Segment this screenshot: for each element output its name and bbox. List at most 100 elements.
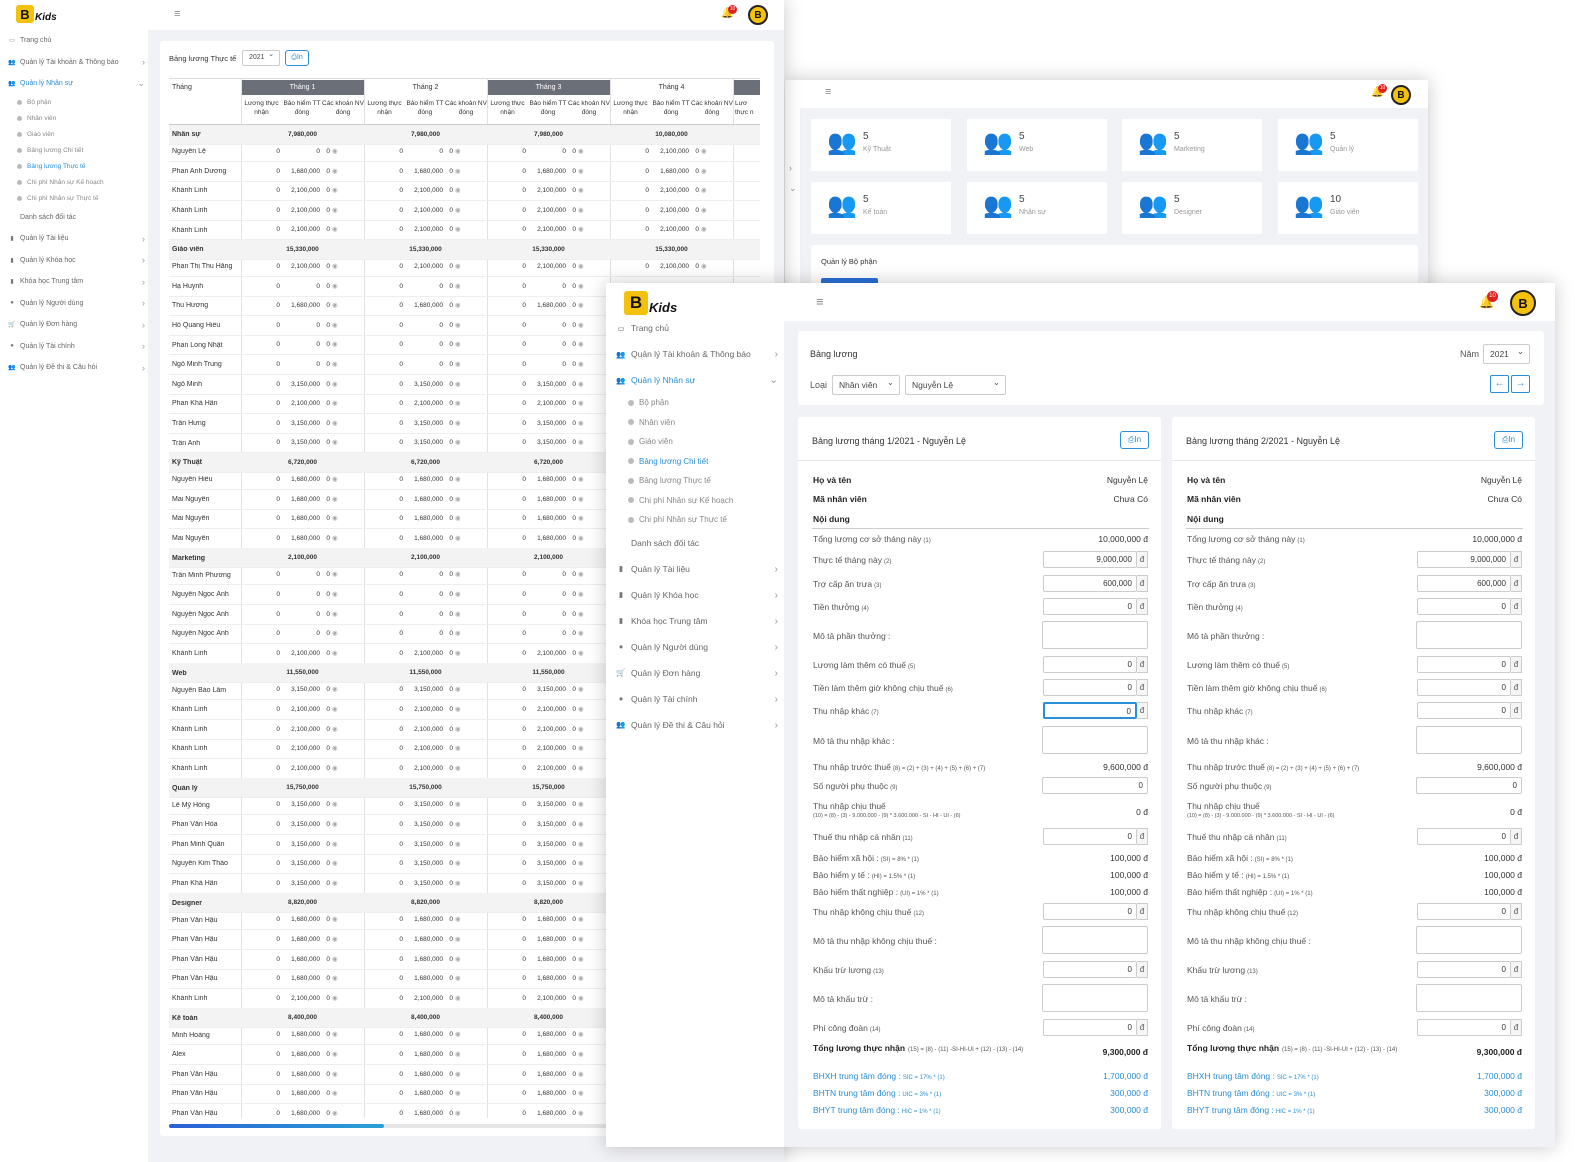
eye-icon[interactable]: ◉ xyxy=(332,419,340,427)
eye-icon[interactable]: ◉ xyxy=(578,610,586,618)
employee-select[interactable]: Nguyễn Lệ xyxy=(905,373,1006,395)
sidebar-item[interactable]: ● Quản lý Người dùng › xyxy=(7,293,145,315)
eye-icon[interactable]: ◉ xyxy=(332,800,340,808)
eye-icon[interactable]: ◉ xyxy=(578,475,586,483)
eye-icon[interactable]: ◉ xyxy=(455,225,463,233)
eye-icon[interactable]: ◉ xyxy=(455,1109,463,1117)
eye-icon[interactable]: ◉ xyxy=(332,282,340,290)
eye-icon[interactable]: ◉ xyxy=(332,475,340,483)
eye-icon[interactable]: ◉ xyxy=(455,649,463,657)
sidebar-item[interactable]: ▭ Trang chủ xyxy=(7,30,145,52)
sidebar-subitem[interactable]: Bảng lương Thực tế xyxy=(628,471,711,491)
eye-icon[interactable]: ◉ xyxy=(578,301,586,309)
eye-icon[interactable]: ◉ xyxy=(578,764,586,772)
eye-icon[interactable]: ◉ xyxy=(332,705,340,713)
department-stat-card[interactable]: 👥 5 Web xyxy=(967,119,1107,171)
brand-logo[interactable]: B Kids xyxy=(16,5,57,23)
eye-icon[interactable]: ◉ xyxy=(455,994,463,1002)
eye-icon[interactable]: ◉ xyxy=(455,262,463,270)
bell-icon[interactable]: 🔔 10 xyxy=(721,5,737,19)
eye-icon[interactable]: ◉ xyxy=(455,705,463,713)
eye-icon[interactable]: ◉ xyxy=(332,301,340,309)
amount-input[interactable]: 0 xyxy=(1417,656,1511,673)
sidebar-subitem[interactable]: Bộ phận xyxy=(17,95,51,111)
horizontal-scrollbar[interactable] xyxy=(169,1124,609,1128)
other-income-description-textarea[interactable] xyxy=(1042,726,1148,754)
sidebar-subitem[interactable]: Nhân viên xyxy=(628,413,675,433)
eye-icon[interactable]: ◉ xyxy=(332,859,340,867)
print-button[interactable]: ⎙In xyxy=(1494,431,1523,449)
eye-icon[interactable]: ◉ xyxy=(455,800,463,808)
sidebar-item[interactable]: 👥 Quản lý Nhân sự ⌄ xyxy=(614,367,778,393)
department-stat-card[interactable]: 👥 5 Designer xyxy=(1122,182,1262,234)
amount-input[interactable]: 0 xyxy=(1417,961,1511,978)
eye-icon[interactable]: ◉ xyxy=(578,419,586,427)
bell-icon[interactable]: 🔔 10 xyxy=(1371,84,1387,98)
sidebar-subitem[interactable]: Bảng lương Chi tiết xyxy=(17,143,83,159)
eye-icon[interactable]: ◉ xyxy=(455,915,463,923)
other-income-description-textarea[interactable] xyxy=(1416,726,1522,754)
eye-icon[interactable]: ◉ xyxy=(332,147,340,155)
eye-icon[interactable]: ◉ xyxy=(578,649,586,657)
eye-icon[interactable]: ◉ xyxy=(332,399,340,407)
eye-icon[interactable]: ◉ xyxy=(701,147,709,155)
amount-input[interactable]: 0 xyxy=(1417,903,1511,920)
eye-icon[interactable]: ◉ xyxy=(578,282,586,290)
amount-input[interactable]: 600,000 xyxy=(1043,575,1137,592)
eye-icon[interactable]: ◉ xyxy=(578,800,586,808)
eye-icon[interactable]: ◉ xyxy=(578,629,586,637)
amount-input[interactable]: 0 xyxy=(1043,679,1137,696)
eye-icon[interactable]: ◉ xyxy=(701,186,709,194)
eye-icon[interactable]: ◉ xyxy=(455,820,463,828)
sidebar-item[interactable]: ▮ Khóa học Trung tâm › xyxy=(7,271,145,293)
eye-icon[interactable]: ◉ xyxy=(332,206,340,214)
eye-icon[interactable]: ◉ xyxy=(455,399,463,407)
eye-icon[interactable]: ◉ xyxy=(455,419,463,427)
eye-icon[interactable]: ◉ xyxy=(455,1050,463,1058)
eye-icon[interactable]: ◉ xyxy=(578,590,586,598)
department-stat-card[interactable]: 👥 5 Kế toán xyxy=(811,182,951,234)
eye-icon[interactable]: ◉ xyxy=(578,725,586,733)
amount-input[interactable]: 0 xyxy=(1043,903,1137,920)
eye-icon[interactable]: ◉ xyxy=(578,321,586,329)
eye-icon[interactable]: ◉ xyxy=(455,380,463,388)
eye-icon[interactable]: ◉ xyxy=(332,360,340,368)
eye-icon[interactable]: ◉ xyxy=(455,147,463,155)
avatar[interactable]: B xyxy=(1510,290,1536,316)
eye-icon[interactable]: ◉ xyxy=(332,879,340,887)
eye-icon[interactable]: ◉ xyxy=(455,955,463,963)
eye-icon[interactable]: ◉ xyxy=(578,935,586,943)
eye-icon[interactable]: ◉ xyxy=(578,262,586,270)
eye-icon[interactable]: ◉ xyxy=(332,438,340,446)
eye-icon[interactable]: ◉ xyxy=(455,725,463,733)
department-stat-card[interactable]: 👥 5 Marketing xyxy=(1122,119,1262,171)
eye-icon[interactable]: ◉ xyxy=(578,186,586,194)
eye-icon[interactable]: ◉ xyxy=(455,610,463,618)
eye-icon[interactable]: ◉ xyxy=(332,534,340,542)
eye-icon[interactable]: ◉ xyxy=(578,225,586,233)
year-select[interactable]: 2021 xyxy=(242,48,280,66)
eye-icon[interactable]: ◉ xyxy=(578,840,586,848)
eye-icon[interactable]: ◉ xyxy=(455,167,463,175)
sidebar-item[interactable]: ▭ Trang chủ xyxy=(614,315,778,341)
eye-icon[interactable]: ◉ xyxy=(701,167,709,175)
eye-icon[interactable]: ◉ xyxy=(332,974,340,982)
dependents-input[interactable]: 0 xyxy=(1416,777,1522,794)
eye-icon[interactable]: ◉ xyxy=(332,744,340,752)
sidebar-subitem[interactable]: Bộ phận xyxy=(628,393,669,413)
eye-icon[interactable]: ◉ xyxy=(455,879,463,887)
eye-icon[interactable]: ◉ xyxy=(578,514,586,522)
amount-input[interactable]: 600,000 xyxy=(1417,575,1511,592)
eye-icon[interactable]: ◉ xyxy=(332,840,340,848)
other-income-input[interactable]: 0 xyxy=(1043,702,1137,719)
sidebar-item[interactable]: 👥 Quản lý Tài khoản & Thông báo › xyxy=(7,52,145,74)
eye-icon[interactable]: ◉ xyxy=(578,360,586,368)
department-stat-card[interactable]: 👥 5 Nhân sự xyxy=(967,182,1107,234)
eye-icon[interactable]: ◉ xyxy=(332,1030,340,1038)
eye-icon[interactable]: ◉ xyxy=(332,495,340,503)
eye-icon[interactable]: ◉ xyxy=(455,744,463,752)
avatar[interactable]: B xyxy=(1391,85,1411,105)
sidebar-item[interactable]: ● Quản lý Tài chính › xyxy=(7,336,145,358)
eye-icon[interactable]: ◉ xyxy=(455,590,463,598)
sidebar-subitem[interactable]: Giáo viên xyxy=(17,127,54,143)
